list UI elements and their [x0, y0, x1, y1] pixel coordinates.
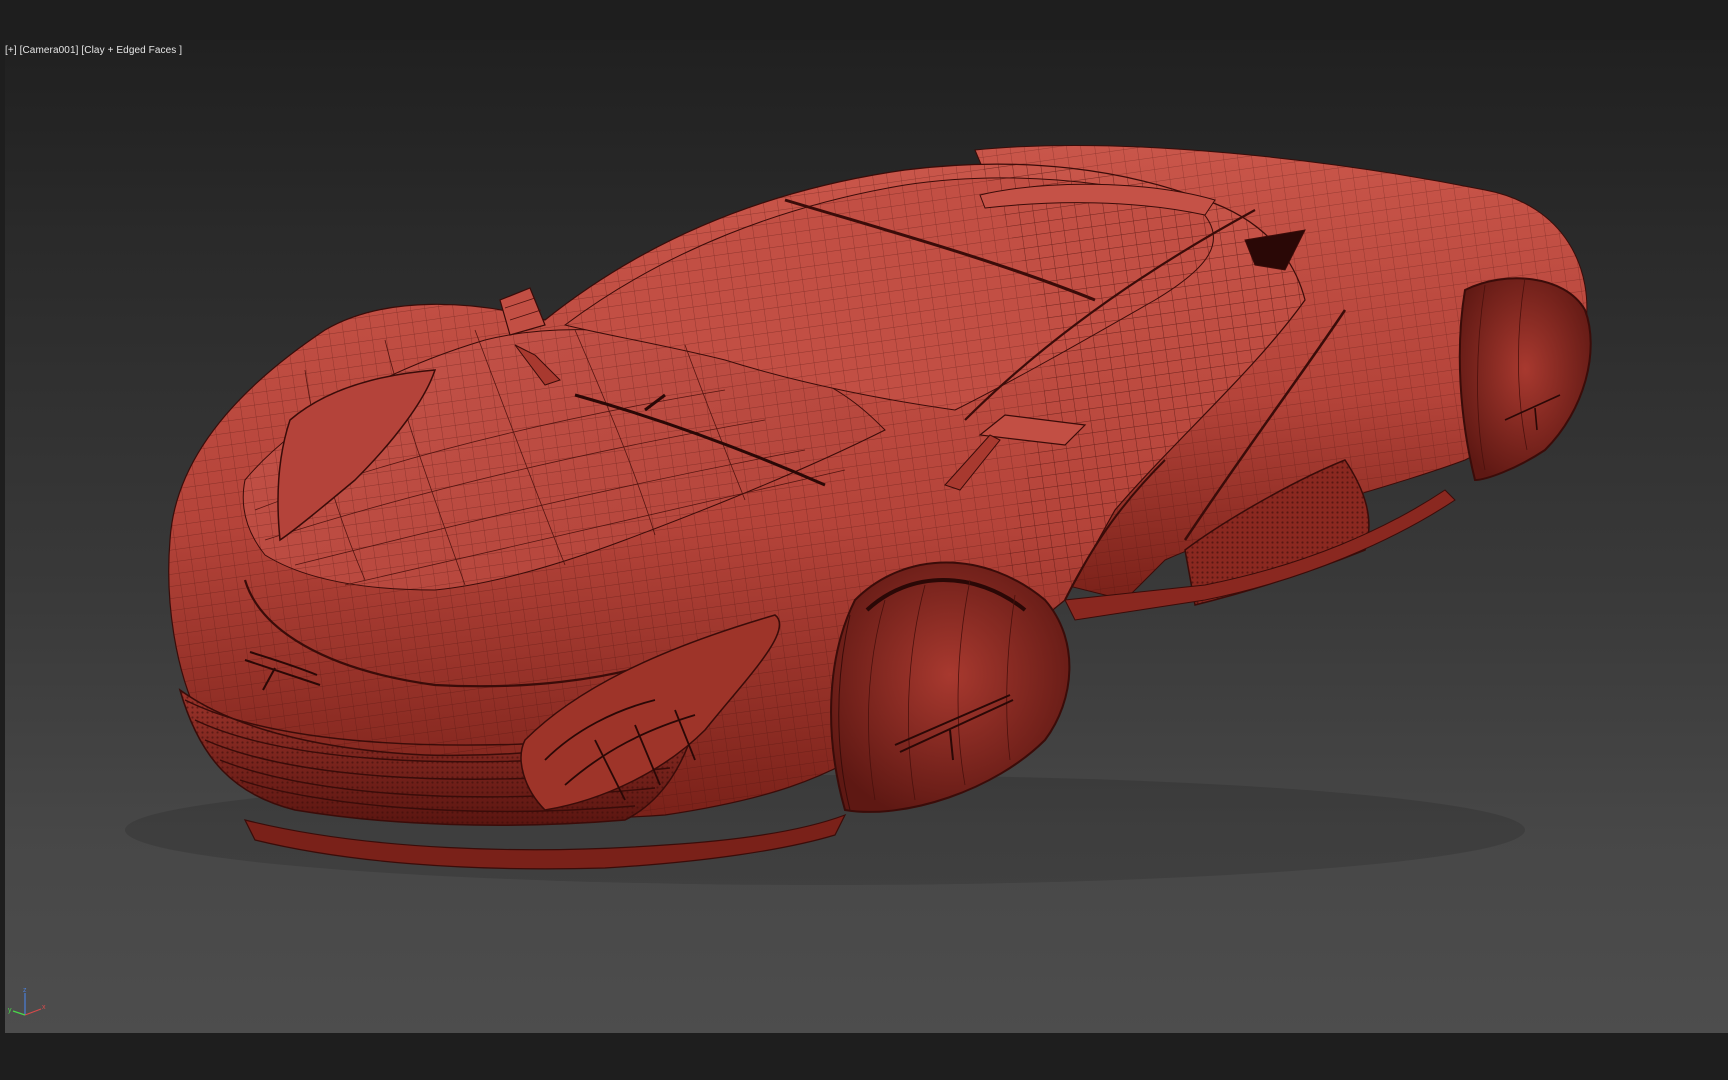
bottom-bar	[0, 1033, 1728, 1080]
x-axis-line	[24, 1008, 42, 1016]
front-wheel-arch	[830, 561, 1071, 813]
app-frame: [+] [Camera001] [Clay + Edged Faces ] z …	[0, 0, 1728, 1080]
y-axis-label: y	[8, 1007, 12, 1014]
rear-wheel-arch	[1458, 277, 1592, 482]
z-axis-label: z	[23, 987, 27, 994]
camera-viewport[interactable]: [+] [Camera001] [Clay + Edged Faces ] z …	[5, 40, 1728, 1033]
axis-gizmo: z x y	[8, 987, 46, 1016]
x-axis-label: x	[42, 1004, 46, 1011]
car-model[interactable]	[5, 40, 1728, 1033]
y-axis-line	[12, 1010, 26, 1016]
